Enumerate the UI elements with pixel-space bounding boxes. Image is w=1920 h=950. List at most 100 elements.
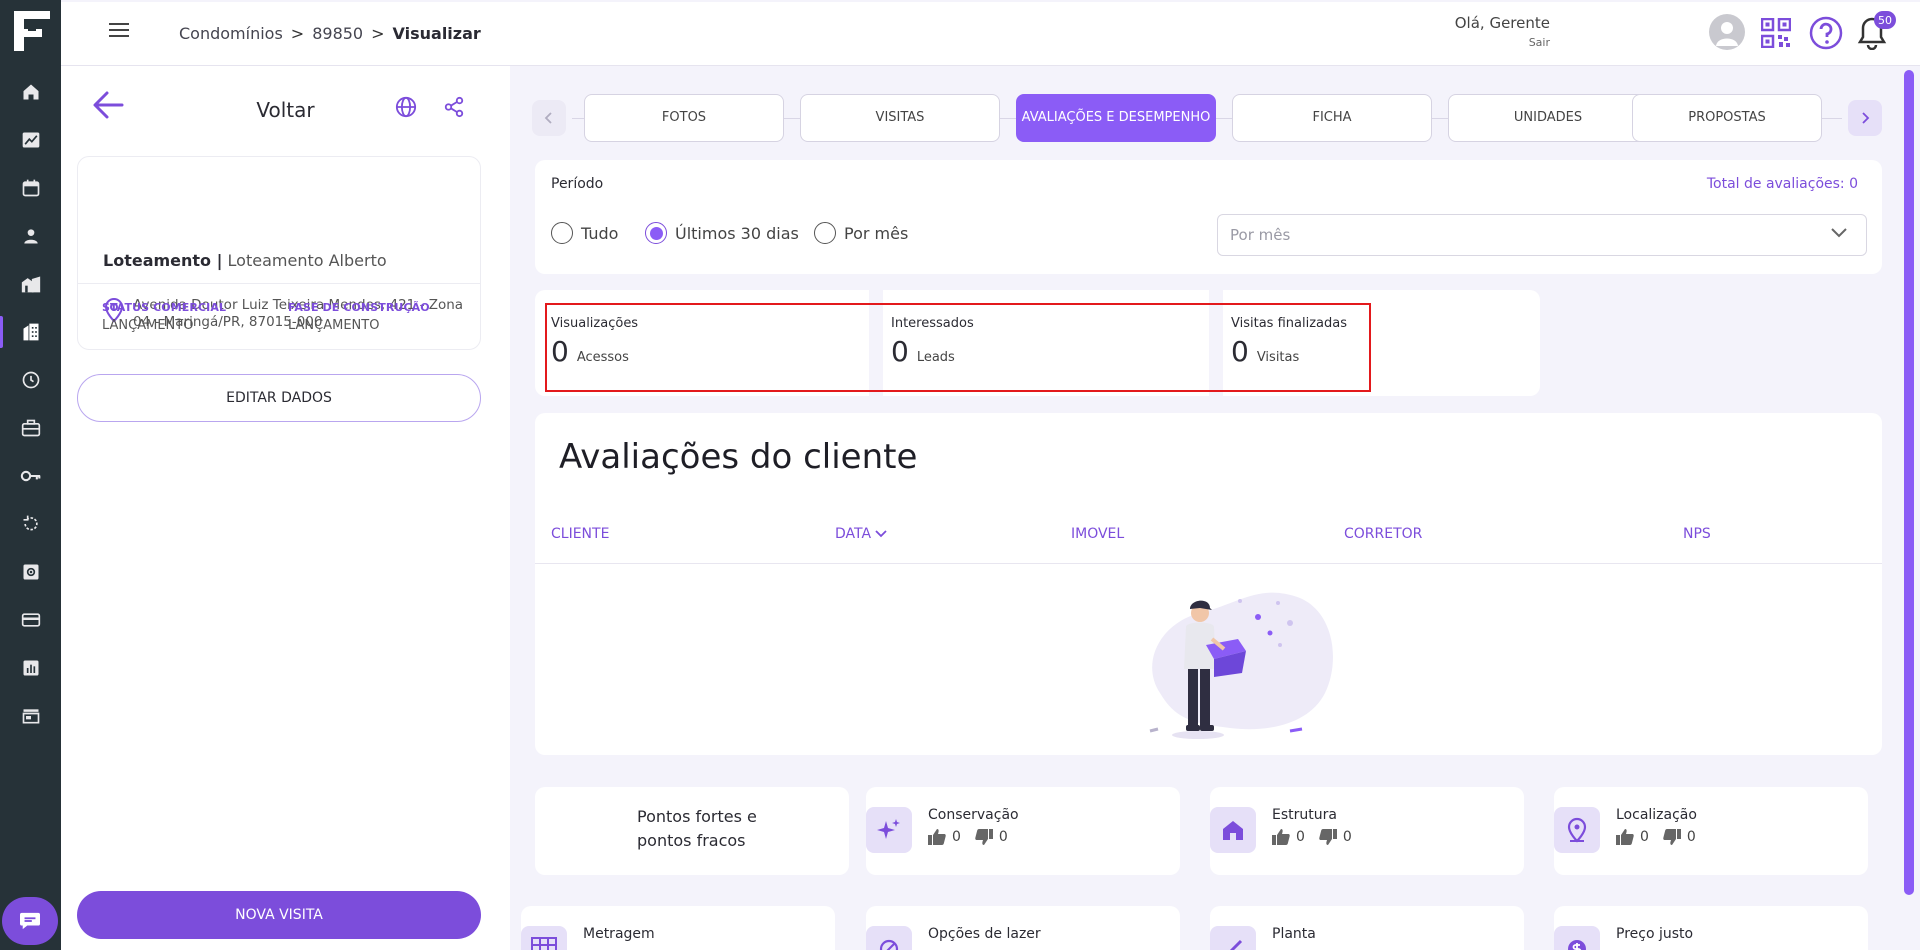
tab-record[interactable]: FICHA (1232, 94, 1432, 142)
sidebar-item-payments[interactable] (0, 596, 61, 644)
phase-value: LANÇAMENTO (288, 318, 380, 333)
tab-visits[interactable]: VISITAS (800, 94, 1000, 142)
chevron-right-icon (1860, 112, 1870, 124)
category-name: Estrutura (1272, 807, 1337, 823)
month-select[interactable]: Por mês (1217, 214, 1867, 256)
tabs-prev-button[interactable] (532, 100, 566, 136)
radio-all[interactable]: Tudo (551, 222, 618, 244)
sidebar-item-reports[interactable] (0, 644, 61, 692)
sidebar-nav (0, 68, 61, 740)
breadcrumb-condominiums[interactable]: Condomínios (179, 24, 283, 43)
share-button[interactable] (443, 96, 465, 118)
open-website-button[interactable] (395, 96, 417, 118)
property-panel: Voltar Loteamento | Loteamento Alberto A… (61, 66, 510, 950)
history-icon (21, 514, 41, 534)
scrollbar-thumb[interactable] (1904, 70, 1914, 895)
house-icon (1210, 807, 1256, 853)
property-type: Loteamento | (103, 251, 223, 270)
category-name: Conservação (928, 807, 1019, 823)
sidebar-item-business[interactable] (0, 404, 61, 452)
metrics-highlight-box (545, 303, 1371, 392)
category-name: Localização (1616, 807, 1697, 823)
sidebar-item-schedule[interactable] (0, 356, 61, 404)
tabs-next-button[interactable] (1848, 100, 1882, 136)
category-fair-price: Preço justo (1554, 906, 1868, 950)
tab-photos[interactable]: FOTOS (584, 94, 784, 142)
category-votes: 0 0 (1272, 829, 1360, 845)
hamburger-icon (109, 22, 129, 38)
category-floor-plan: Planta (1210, 906, 1524, 950)
sidebar-item-keys[interactable] (0, 452, 61, 500)
leisure-icon (866, 926, 912, 950)
category-size: Metragem (521, 906, 835, 950)
thumbs-up-count: 0 (1640, 829, 1649, 845)
radio-by-month[interactable]: Por mês (814, 222, 908, 244)
column-date[interactable]: DATA (835, 526, 887, 542)
chevron-down-icon (1830, 227, 1848, 239)
status-value: LANÇAMENTO (102, 318, 194, 333)
commercial-status: STATUS COMERCIAL LANÇAMENTO (102, 301, 226, 333)
sidebar-item-condominiums[interactable] (0, 308, 61, 356)
breadcrumb-separator: > (371, 24, 385, 43)
new-visit-button[interactable]: NOVA VISITA (77, 891, 481, 939)
help-button[interactable] (1809, 16, 1843, 50)
breadcrumb-separator: > (290, 24, 305, 43)
thumbs-up-icon (1616, 829, 1634, 845)
thumbs-down-icon (975, 829, 993, 845)
avatar[interactable] (1709, 14, 1745, 50)
blueprint-icon (1210, 926, 1256, 950)
chat-button[interactable] (2, 897, 58, 945)
breadcrumb: Condomínios > 89850 > Visualizar (179, 24, 481, 43)
sidebar-item-calendar[interactable] (0, 164, 61, 212)
buildings-icon (20, 274, 42, 294)
top-header: Condomínios > 89850 > Visualizar Olá, Ge… (61, 2, 1920, 66)
sidebar-item-people[interactable] (0, 212, 61, 260)
breadcrumb-current: Visualizar (392, 24, 481, 43)
category-name: Metragem (583, 926, 655, 942)
table-header-divider (535, 563, 1882, 564)
period-filter-card: Período Total de avaliações: 0 Tudo Últi… (535, 160, 1882, 274)
thumbs-down-count: 0 (998, 829, 1008, 845)
sidebar-item-store[interactable] (0, 692, 61, 740)
column-broker[interactable]: CORRETOR (1344, 526, 1422, 542)
sidebar-item-dashboard[interactable] (0, 116, 61, 164)
logout-link[interactable]: Sair (1455, 36, 1550, 49)
evaluations-card: Avaliações do cliente CLIENTE DATA IMOVE… (535, 413, 1882, 755)
radio-circle[interactable] (814, 222, 836, 244)
qr-code-button[interactable] (1761, 18, 1791, 48)
radio-label: Últimos 30 dias (675, 223, 799, 243)
sidebar-item-history[interactable] (0, 500, 61, 548)
category-votes: 0 0 (928, 829, 1016, 845)
category-name: Preço justo (1616, 926, 1694, 942)
radio-circle[interactable] (645, 222, 667, 244)
strengths-title-line1: Pontos fortes e (637, 807, 757, 826)
tab-evaluations[interactable]: AVALIAÇÕES E DESEMPENHO (1016, 94, 1216, 142)
sidebar-item-properties[interactable] (0, 260, 61, 308)
home-icon (21, 82, 41, 102)
menu-toggle-button[interactable] (109, 22, 129, 38)
radio-circle[interactable] (551, 222, 573, 244)
column-nps[interactable]: NPS (1683, 526, 1711, 542)
thumbs-down-icon (1319, 829, 1337, 845)
column-client[interactable]: CLIENTE (551, 526, 609, 542)
edit-data-button[interactable]: EDITAR DADOS (77, 374, 481, 422)
app-logo[interactable] (9, 6, 55, 56)
sidebar-item-home[interactable] (0, 68, 61, 116)
calendar-icon (21, 178, 41, 198)
column-property[interactable]: IMOVEL (1071, 526, 1124, 542)
sidebar-item-settings[interactable] (0, 548, 61, 596)
status-label: STATUS COMERCIAL (102, 301, 227, 314)
strengths-weaknesses-card: Pontos fortes e pontos fracos (535, 787, 849, 875)
qr-code-icon (1761, 18, 1791, 48)
breadcrumb-id[interactable]: 89850 (312, 24, 363, 43)
tab-units[interactable]: UNIDADES (1448, 94, 1648, 142)
clock-icon (21, 370, 41, 390)
thumbs-down-icon (1663, 829, 1681, 845)
user-info: Olá, Gerente Sair (1455, 14, 1550, 49)
month-select-placeholder: Por mês (1230, 226, 1291, 244)
category-name: Opções de lazer (928, 926, 1041, 942)
radio-last-30-days[interactable]: Últimos 30 dias (645, 222, 799, 244)
page-scrollbar[interactable] (1904, 70, 1916, 950)
strengths-title-line2: pontos fracos (637, 831, 746, 850)
tab-proposals[interactable]: PROPOSTAS (1632, 94, 1822, 142)
